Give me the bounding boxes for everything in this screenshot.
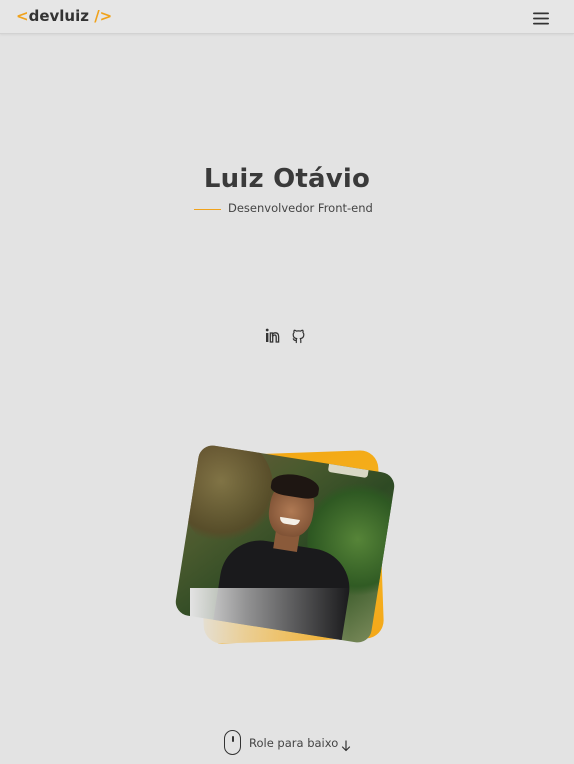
mouse-icon: [224, 730, 241, 755]
hamburger-menu-icon[interactable]: [533, 10, 549, 25]
scroll-label: Role para baixo: [249, 736, 339, 750]
arrow-down-icon: [341, 737, 351, 756]
hero-name: Luiz Otávio: [203, 164, 371, 194]
logo-text: devluiz: [28, 7, 89, 25]
logo[interactable]: <devluiz />: [16, 7, 112, 25]
top-navbar: <devluiz />: [0, 0, 574, 34]
subtitle-accent-line: [194, 209, 221, 210]
photo-fade-overlay: [190, 588, 350, 643]
github-icon[interactable]: [291, 328, 306, 348]
logo-open-bracket: <: [16, 7, 29, 25]
linkedin-icon[interactable]: [265, 328, 280, 347]
logo-close-bracket: />: [94, 7, 113, 25]
hero-role: Desenvolvedor Front-end: [228, 201, 373, 215]
